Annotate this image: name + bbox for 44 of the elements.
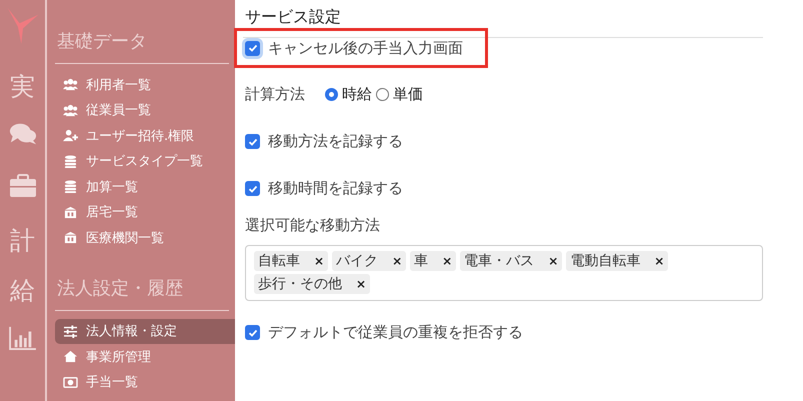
radio-label[interactable]: 単価: [393, 85, 423, 104]
database-icon: [63, 180, 78, 194]
users-icon: [63, 78, 78, 92]
remove-tag-button[interactable]: ×: [442, 254, 452, 268]
radio-button[interactable]: [376, 88, 389, 101]
checkbox[interactable]: [245, 134, 260, 149]
page-title: サービス設定: [244, 6, 342, 28]
radio-button[interactable]: [325, 88, 338, 101]
building-icon: [63, 206, 78, 219]
sidebar-item[interactable]: 法人情報・設定: [55, 318, 235, 344]
remove-tag-button[interactable]: ×: [356, 277, 366, 291]
field-label: 選択可能な移動方法: [245, 216, 381, 235]
section-heading: 基礎データ: [56, 30, 148, 54]
money-icon: [63, 376, 78, 389]
remove-tag-button[interactable]: ×: [548, 254, 558, 268]
checkbox-label[interactable]: 移動方法を記録する: [268, 132, 403, 151]
tag-label: バイク: [336, 252, 378, 270]
check-icon: [246, 42, 258, 54]
sliders-icon: [63, 324, 78, 338]
section-heading: 法人設定・履歴: [56, 276, 184, 300]
checkbox-label[interactable]: キャンセル後の手当入力画面: [268, 38, 463, 58]
tag-label: 車: [414, 252, 428, 270]
field-label: 計算方法: [245, 85, 305, 104]
users-icon: [63, 104, 78, 117]
radio-label[interactable]: 時給: [342, 85, 372, 104]
tag-label: 自転車: [258, 252, 300, 270]
checkbox-label[interactable]: デフォルトで従業員の重複を拒否する: [268, 323, 523, 342]
user-plus-icon: [63, 129, 78, 142]
remove-tag-button[interactable]: ×: [314, 254, 324, 268]
tag-input-field[interactable]: 自転車 × バイク × 車 × 電車・バス × 電動自転車 × 歩行・その他 ×: [245, 245, 763, 301]
database-icon: [63, 154, 78, 168]
remove-tag-button[interactable]: ×: [654, 254, 664, 268]
checkbox-label[interactable]: 移動時間を記録する: [268, 179, 403, 198]
tag-label: 電車・バス: [464, 252, 534, 270]
bar-chart-icon[interactable]: [8, 326, 36, 350]
checkbox[interactable]: [245, 325, 260, 340]
tag-label: 電動自転車: [570, 252, 640, 270]
remove-tag-button[interactable]: ×: [392, 254, 402, 268]
building-icon: [63, 231, 78, 244]
chat-icon[interactable]: [8, 122, 36, 146]
tag-label: 歩行・その他: [258, 275, 342, 293]
briefcase-icon[interactable]: [8, 174, 36, 198]
home-icon: [63, 350, 78, 364]
checkbox[interactable]: [245, 181, 260, 196]
